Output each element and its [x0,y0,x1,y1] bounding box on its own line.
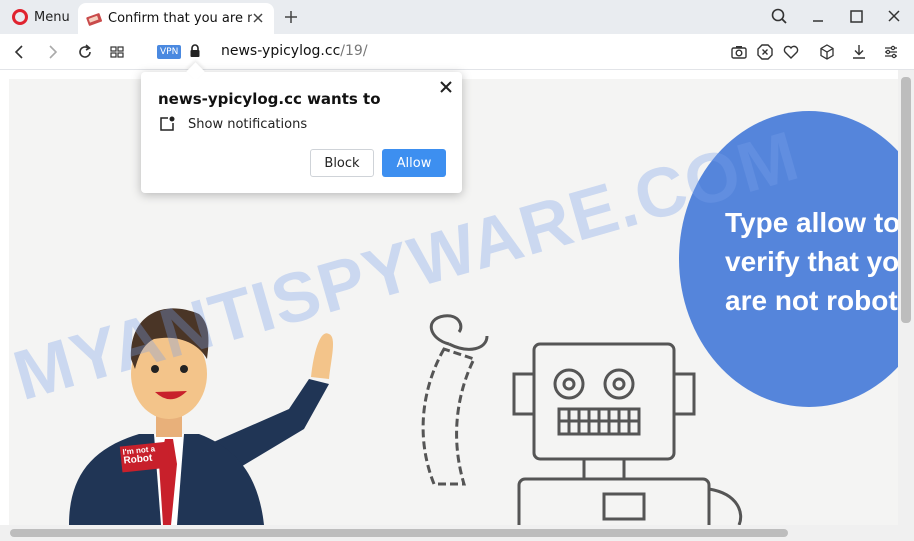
allow-button[interactable]: Allow [382,149,446,177]
back-icon[interactable] [9,41,31,63]
opera-logo-icon [12,9,28,25]
lock-icon[interactable] [189,43,201,59]
cube-icon[interactable] [817,42,837,62]
badge-text: I'm not a Robot [122,444,156,466]
heart-icon[interactable] [781,42,801,62]
tab-title: Confirm that you are not a robot [108,11,252,26]
reload-icon[interactable] [74,41,96,63]
sketch-robot-illustration [421,314,743,525]
url-domain: news-ypicylog.cc [221,43,341,59]
url-field[interactable]: news-ypicylog.cc/19/ [221,43,368,59]
tab-bar: Menu Confirm that you are not a robot [0,0,914,34]
minimize-icon[interactable] [807,6,829,28]
close-window-icon[interactable] [883,6,905,28]
url-path: /19/ [340,43,368,59]
popup-title: news-ypicylog.cc wants to [158,90,381,108]
new-tab-icon[interactable] [280,6,302,28]
close-popup-icon[interactable] [439,80,453,94]
block-button[interactable]: Block [310,149,374,177]
vpn-badge[interactable]: VPN [157,45,182,59]
address-bar: VPN news-ypicylog.cc/19/ [0,34,914,70]
close-tab-icon[interactable] [251,11,265,25]
opera-menu-button[interactable]: Menu [6,5,76,29]
tab-favicon-icon [86,12,102,26]
speed-dial-icon[interactable] [106,41,128,63]
horizontal-scrollbar-thumb[interactable] [10,529,788,537]
forward-icon[interactable] [41,41,63,63]
browser-window: Menu Confirm that you are not a robot [0,0,914,541]
menu-label: Menu [34,9,70,25]
download-icon[interactable] [849,42,869,62]
active-tab[interactable]: Confirm that you are not a robot [78,3,274,34]
notification-icon [160,116,175,131]
camera-icon[interactable] [729,42,749,62]
maximize-icon[interactable] [845,6,867,28]
adblock-icon[interactable] [755,42,775,62]
circle-instruction-text: Type allow to verify that you are not ro… [725,207,898,316]
easy-setup-icon[interactable] [881,42,901,62]
search-icon[interactable] [768,6,790,28]
permission-label: Show notifications [188,117,308,132]
vertical-scrollbar-thumb[interactable] [901,77,911,323]
notification-permission-popup: news-ypicylog.cc wants to Show notificat… [141,72,462,193]
